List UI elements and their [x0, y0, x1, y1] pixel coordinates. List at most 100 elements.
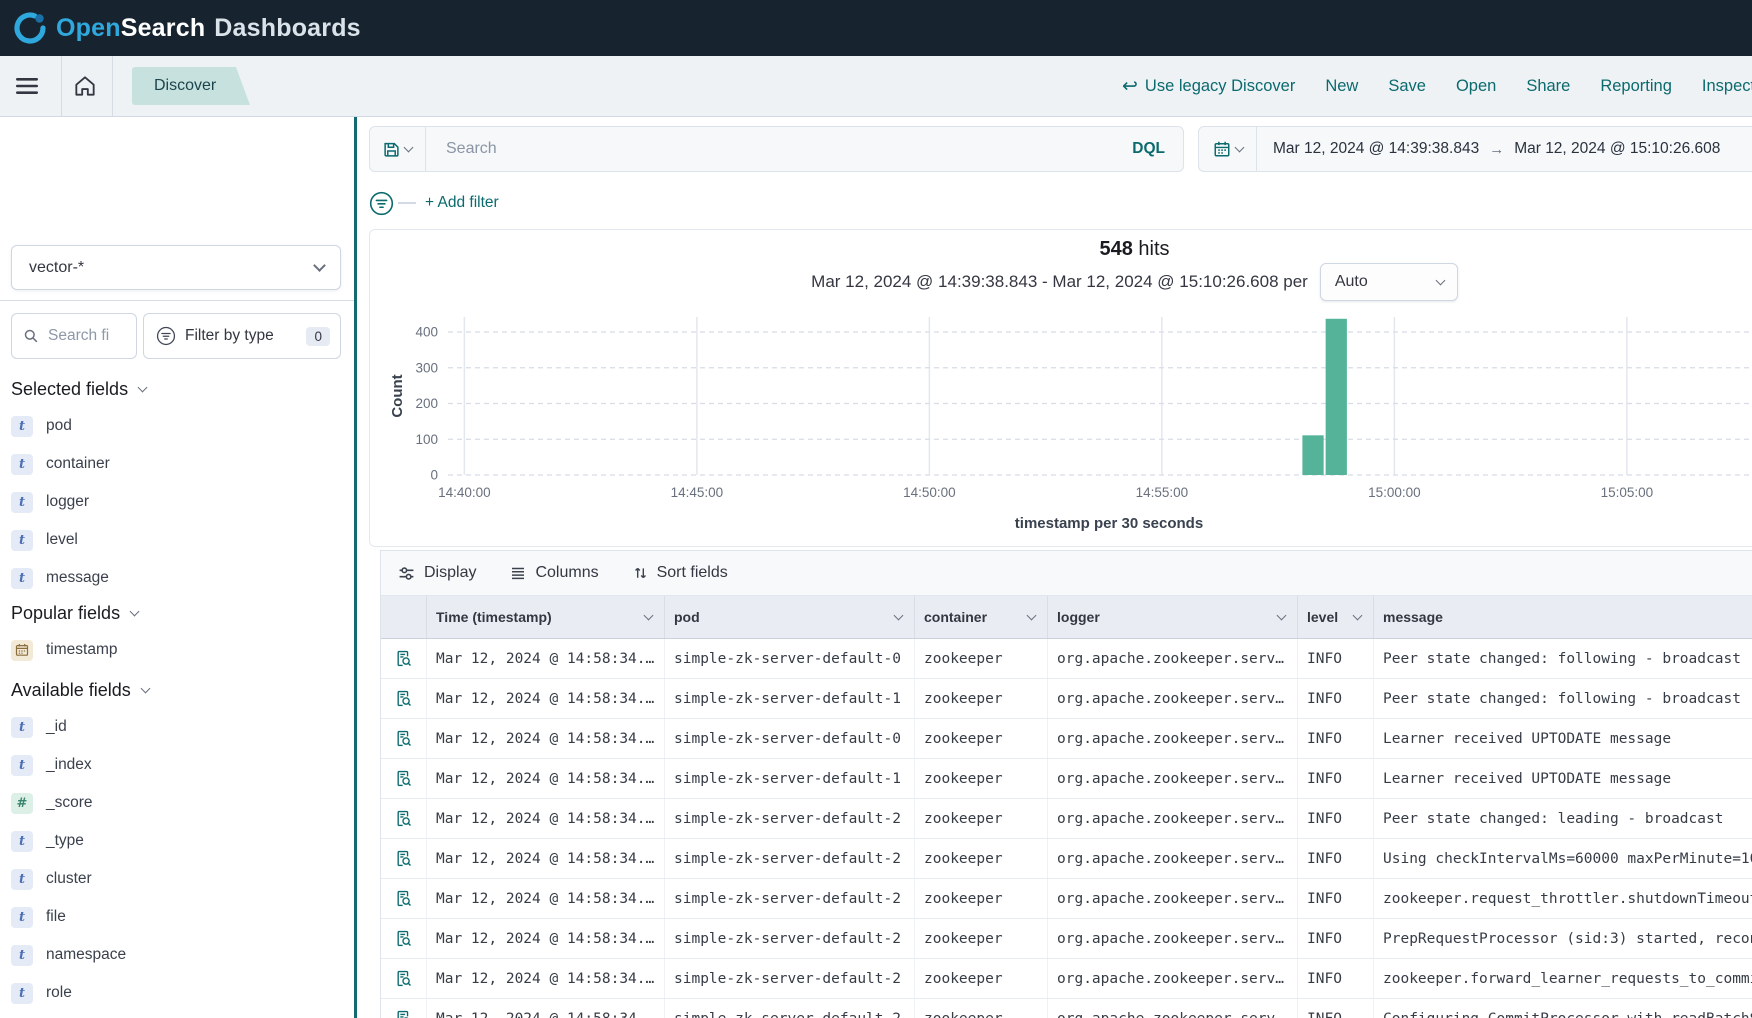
expand-document-button[interactable] — [381, 719, 427, 758]
section-available-fields[interactable]: Available fields — [11, 676, 149, 704]
field-item-message[interactable]: tmessage — [0, 559, 354, 597]
expand-document-button[interactable] — [381, 679, 427, 718]
sort-chevron-icon[interactable] — [1353, 611, 1363, 621]
expand-document-button[interactable] — [381, 799, 427, 838]
display-button[interactable]: Display — [398, 564, 476, 582]
cell-container: zookeeper — [915, 719, 1048, 758]
sort-chevron-icon[interactable] — [894, 611, 904, 621]
table-row: Mar 12, 2024 @ 14:58:34.…simple-zk-serve… — [381, 799, 1752, 839]
column-label: level — [1307, 609, 1338, 625]
columns-button[interactable]: Columns — [510, 564, 598, 582]
field-item-pod[interactable]: tpod — [0, 407, 354, 445]
date-from[interactable]: Mar 12, 2024 @ 14:39:38.843 — [1273, 140, 1479, 158]
nav-action-share[interactable]: Share — [1526, 77, 1570, 96]
sort-chevron-icon[interactable] — [1277, 611, 1287, 621]
filter-icon[interactable] — [369, 191, 394, 216]
cell-pod: simple-zk-server-default-2 — [665, 799, 915, 838]
field-type-date-badge — [11, 640, 33, 661]
interval-select[interactable]: Auto — [1320, 263, 1458, 301]
cell-logger: org.apache.zookeeper.serv… — [1048, 919, 1298, 958]
field-search-input[interactable]: Search fi — [11, 313, 137, 359]
section-field-list: tpodtcontainertloggertleveltmessage — [0, 407, 354, 597]
nav-action-open[interactable]: Open — [1456, 77, 1496, 96]
nav-action-inspect[interactable]: Inspect — [1702, 77, 1752, 96]
calendar-button[interactable] — [1199, 127, 1257, 171]
menu-button[interactable] — [14, 74, 40, 98]
field-item-file[interactable]: tfile — [0, 898, 354, 936]
field-name: _index — [46, 756, 92, 774]
cell-time: Mar 12, 2024 @ 14:58:34.… — [427, 999, 665, 1018]
section-title: Selected fields — [11, 379, 128, 400]
saved-queries-button[interactable] — [370, 127, 426, 171]
expand-document-button[interactable] — [381, 959, 427, 998]
query-language-button[interactable]: DQL — [1132, 140, 1165, 158]
field-name: cluster — [46, 870, 92, 888]
field-type-text-badge: t — [11, 568, 33, 589]
histogram-bar[interactable] — [1326, 319, 1347, 475]
section-selected-fields[interactable]: Selected fields — [11, 375, 146, 403]
date-to[interactable]: Mar 12, 2024 @ 15:10:26.608 — [1514, 140, 1720, 158]
column-label: pod — [674, 609, 700, 625]
field-type-text-badge: t — [11, 454, 33, 475]
add-filter-button[interactable]: + Add filter — [425, 194, 499, 212]
expand-document-button[interactable] — [381, 999, 427, 1018]
field-item-index[interactable]: t_index — [0, 746, 354, 784]
field-item-score[interactable]: #_score — [0, 784, 354, 822]
column-header-message[interactable]: message — [1374, 596, 1752, 638]
sort-chevron-icon[interactable] — [644, 611, 654, 621]
section-popular-fields[interactable]: Popular fields — [11, 599, 138, 627]
field-item-cluster[interactable]: tcluster — [0, 860, 354, 898]
field-item-container[interactable]: tcontainer — [0, 445, 354, 483]
date-picker[interactable]: Mar 12, 2024 @ 14:39:38.843 → Mar 12, 20… — [1198, 126, 1752, 172]
expand-document-button[interactable] — [381, 639, 427, 678]
brand-dashboards: Dashboards — [214, 14, 360, 43]
column-header-pod[interactable]: pod — [665, 596, 915, 638]
cell-level: INFO — [1298, 759, 1374, 798]
home-button[interactable] — [72, 73, 98, 99]
cell-logger: org.apache.zookeeper.serv… — [1048, 639, 1298, 678]
field-item-namespace[interactable]: tnamespace — [0, 936, 354, 974]
field-item-level[interactable]: tlevel — [0, 521, 354, 559]
expand-document-button[interactable] — [381, 919, 427, 958]
inspect-document-icon — [395, 930, 412, 947]
field-item-id[interactable]: t_id — [0, 708, 354, 746]
table-row: Mar 12, 2024 @ 14:58:34.…simple-zk-serve… — [381, 999, 1752, 1018]
nav-action-label: Inspect — [1702, 77, 1752, 96]
field-item-timestamp[interactable]: timestamp — [0, 631, 354, 669]
expand-document-button[interactable] — [381, 759, 427, 798]
x-axis-tick-label: 15:00:00 — [1368, 485, 1421, 500]
field-item-type[interactable]: t_type — [0, 822, 354, 860]
header-inspect-column — [381, 596, 427, 638]
index-pattern-select[interactable]: vector-* — [11, 245, 341, 290]
column-header-time-timestamp[interactable]: Time (timestamp) — [427, 596, 665, 638]
section-title: Available fields — [11, 680, 131, 701]
column-header-container[interactable]: container — [915, 596, 1048, 638]
cell-logger: org.apache.zookeeper.serv… — [1048, 999, 1298, 1018]
field-name: pod — [46, 417, 72, 435]
inspect-document-icon — [395, 810, 412, 827]
search-input[interactable]: Search — [446, 140, 1132, 158]
nav-action-new[interactable]: New — [1325, 77, 1358, 96]
cell-message: zookeeper.request_throttler.shutdownTime… — [1374, 879, 1752, 918]
field-item-role[interactable]: trole — [0, 974, 354, 1012]
field-type-text-badge: t — [11, 492, 33, 513]
nav-action-use-legacy-discover[interactable]: ↩Use legacy Discover — [1122, 77, 1295, 96]
chevron-down-icon — [130, 607, 140, 617]
field-item-logger[interactable]: tlogger — [0, 483, 354, 521]
expand-document-button[interactable] — [381, 839, 427, 878]
histogram-bar[interactable] — [1302, 435, 1323, 475]
main-content: Search DQL Mar 12, 2024 @ 14:39:38.843 →… — [357, 117, 1752, 1018]
column-header-level[interactable]: level — [1298, 596, 1374, 638]
y-axis-tick-label: 300 — [415, 360, 438, 375]
sort-chevron-icon[interactable] — [1027, 611, 1037, 621]
expand-document-button[interactable] — [381, 879, 427, 918]
nav-action-reporting[interactable]: Reporting — [1600, 77, 1672, 96]
nav-action-save[interactable]: Save — [1388, 77, 1426, 96]
inspect-document-icon — [395, 970, 412, 987]
sort-fields-button[interactable]: Sort fields — [633, 564, 728, 582]
search-bar[interactable]: Search DQL — [369, 126, 1184, 172]
breadcrumb-discover[interactable]: Discover — [132, 67, 250, 105]
column-header-logger[interactable]: logger — [1048, 596, 1298, 638]
filter-by-type-button[interactable]: Filter by type 0 — [143, 313, 341, 359]
table-body: Mar 12, 2024 @ 14:58:34.… simple-zk-serve… — [381, 639, 1752, 1018]
